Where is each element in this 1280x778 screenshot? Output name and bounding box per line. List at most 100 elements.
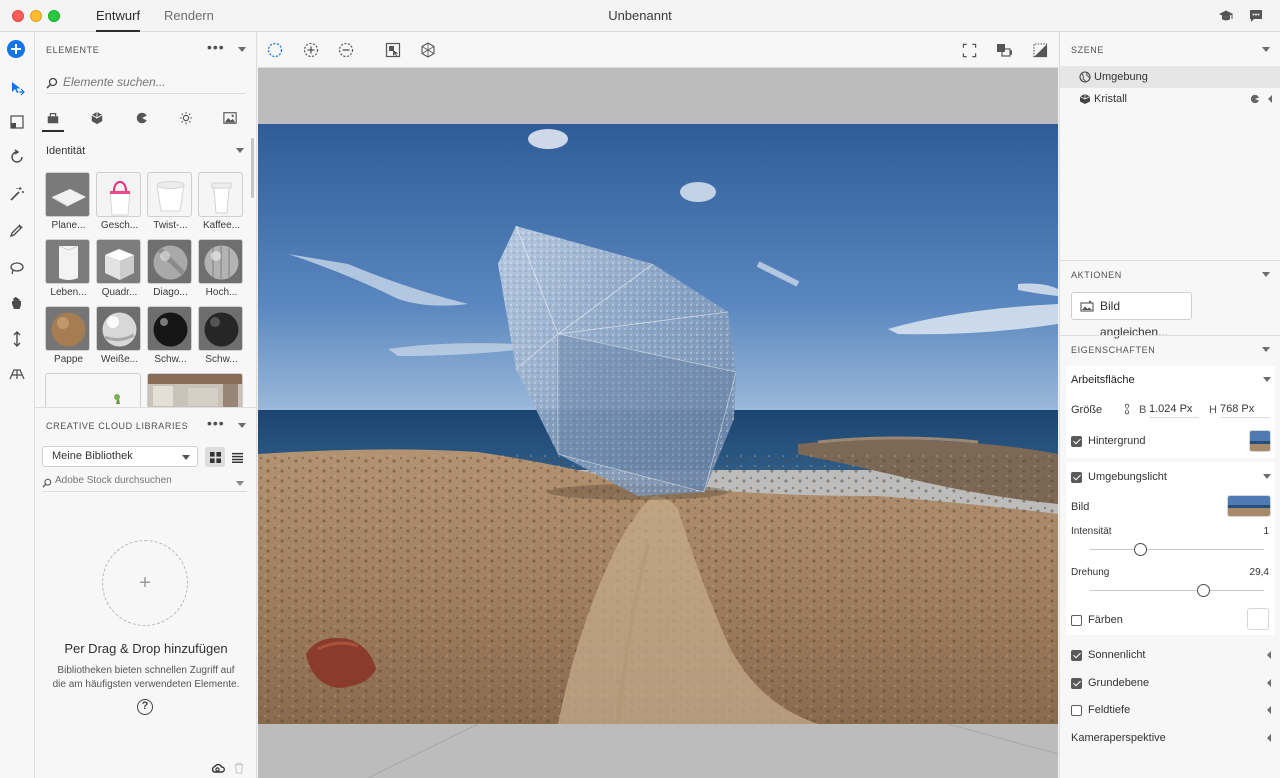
- intensity-slider[interactable]: [1090, 543, 1264, 556]
- actions-collapse-chevron-icon[interactable]: [1262, 272, 1270, 277]
- elements-search-input[interactable]: [63, 75, 243, 89]
- stock-chevron-down-icon[interactable]: [236, 481, 244, 486]
- element-thumbnail: [147, 172, 192, 217]
- list-view-button[interactable]: [227, 447, 247, 467]
- fit-to-screen-icon[interactable]: [960, 41, 978, 59]
- ground-plane-checkbox[interactable]: [1071, 678, 1082, 689]
- tab-entwurf[interactable]: Entwurf: [96, 0, 141, 32]
- link-proportions-icon[interactable]: [1123, 403, 1131, 415]
- minimize-window-button[interactable]: [30, 10, 42, 22]
- match-image-button[interactable]: Bild angleichen...: [1071, 292, 1192, 339]
- scene-item-crystal[interactable]: Kristall: [1060, 88, 1280, 110]
- height-input[interactable]: 768 Px: [1220, 400, 1270, 418]
- element-tile[interactable]: [45, 373, 141, 407]
- element-tile[interactable]: Twist-...: [147, 172, 194, 231]
- library-collapse-chevron-icon[interactable]: [238, 423, 246, 428]
- feedback-icon[interactable]: [1248, 8, 1264, 24]
- environment-light-checkbox[interactable]: [1071, 472, 1082, 483]
- material-icon[interactable]: [1250, 94, 1260, 104]
- scene-item-environment[interactable]: Umgebung: [1060, 66, 1280, 88]
- element-label: Leben...: [50, 287, 87, 298]
- scene-render[interactable]: [258, 124, 1058, 724]
- intensity-slider-handle[interactable]: [1133, 543, 1147, 556]
- element-tile[interactable]: Weiße...: [96, 306, 143, 365]
- images-category-icon[interactable]: [222, 110, 238, 126]
- element-tile[interactable]: Kaffee...: [198, 172, 245, 231]
- rotation-slider-handle[interactable]: [1196, 584, 1210, 597]
- element-tile[interactable]: Schw...: [147, 306, 194, 365]
- sunlight-checkbox[interactable]: [1071, 650, 1082, 661]
- element-tile[interactable]: Quadr...: [96, 239, 143, 298]
- section-collapse-icon[interactable]: [236, 148, 244, 153]
- window-title: Unbenannt: [608, 8, 672, 23]
- tint-color-swatch[interactable]: [1247, 608, 1269, 630]
- orbit-icon[interactable]: [7, 147, 27, 167]
- eyedropper-icon[interactable]: [7, 220, 27, 240]
- element-tile[interactable]: Leben...: [45, 239, 92, 298]
- more-options-icon[interactable]: •••: [207, 39, 225, 55]
- sunlight-expand-arrow-icon[interactable]: [1267, 651, 1271, 659]
- element-tile[interactable]: Plane...: [45, 172, 92, 231]
- element-tile[interactable]: Gesch...: [96, 172, 143, 231]
- element-tile[interactable]: Hoch...: [198, 239, 245, 298]
- select-objects-icon[interactable]: [384, 41, 402, 59]
- models-category-icon[interactable]: [42, 110, 64, 132]
- horizon-icon[interactable]: [7, 364, 27, 384]
- materials-category-icon[interactable]: [89, 110, 105, 126]
- trash-icon[interactable]: [233, 762, 247, 776]
- stock-search-input[interactable]: [55, 475, 225, 486]
- select-marquee-icon[interactable]: [266, 41, 284, 59]
- search-icon: [46, 77, 58, 89]
- width-input[interactable]: 1.024 Px: [1149, 400, 1199, 418]
- viewport-canvas[interactable]: [258, 68, 1058, 778]
- add-icon[interactable]: [7, 40, 25, 58]
- help-icon[interactable]: ?: [137, 699, 153, 715]
- environment-image-swatch[interactable]: [1227, 495, 1271, 517]
- camera-view-icon[interactable]: [995, 41, 1013, 59]
- camera-perspective-expand-arrow-icon[interactable]: [1267, 734, 1271, 742]
- subtract-selection-icon[interactable]: [337, 41, 355, 59]
- scene-collapse-chevron-icon[interactable]: [1262, 47, 1270, 52]
- creative-cloud-icon[interactable]: [211, 762, 225, 776]
- material-lasso-icon[interactable]: [7, 258, 27, 278]
- elements-scrollbar[interactable]: [251, 138, 254, 198]
- element-tile[interactable]: Diago...: [147, 239, 194, 298]
- learn-icon[interactable]: [1218, 8, 1234, 24]
- select-move-icon[interactable]: [7, 78, 27, 98]
- scene-panel-title: SZENE: [1071, 45, 1105, 55]
- libraries-panel: CREATIVE CLOUD LIBRARIES ••• Meine Bibli…: [35, 407, 257, 778]
- library-more-options-icon[interactable]: •••: [207, 415, 225, 431]
- depth-of-field-checkbox[interactable]: [1071, 705, 1082, 716]
- ground-plane-expand-arrow-icon[interactable]: [1267, 679, 1271, 687]
- add-selection-icon[interactable]: [302, 41, 320, 59]
- sun-category-icon[interactable]: [178, 110, 194, 126]
- background-image-swatch[interactable]: [1249, 430, 1271, 452]
- list-icon: [231, 452, 243, 463]
- element-tile[interactable]: [147, 373, 243, 407]
- rotation-slider[interactable]: [1090, 584, 1264, 597]
- environment-light-collapse-chevron-icon[interactable]: [1263, 474, 1271, 479]
- select-similar-icon[interactable]: [419, 41, 437, 59]
- element-tile[interactable]: Schw...: [198, 306, 245, 365]
- artboard-collapse-chevron-icon[interactable]: [1263, 377, 1271, 382]
- hand-icon[interactable]: [7, 293, 27, 313]
- render-preview-icon[interactable]: [1031, 41, 1049, 59]
- properties-collapse-chevron-icon[interactable]: [1262, 347, 1270, 352]
- light-category-icon[interactable]: [134, 110, 150, 126]
- dolly-icon[interactable]: [7, 329, 27, 349]
- magic-wand-icon[interactable]: [7, 184, 27, 204]
- element-tile[interactable]: Pappe: [45, 306, 92, 365]
- frame-icon[interactable]: [7, 112, 27, 132]
- depth-of-field-expand-arrow-icon[interactable]: [1267, 706, 1271, 714]
- background-checkbox[interactable]: [1071, 436, 1082, 447]
- zoom-window-button[interactable]: [48, 10, 60, 22]
- tab-rendern[interactable]: Rendern: [164, 0, 214, 32]
- collapse-chevron-icon[interactable]: [238, 47, 246, 52]
- tint-checkbox[interactable]: [1071, 615, 1082, 626]
- grid-view-button[interactable]: [205, 447, 225, 467]
- elements-panel-title: ELEMENTE: [46, 45, 100, 55]
- drop-zone[interactable]: +: [102, 540, 188, 626]
- close-window-button[interactable]: [12, 10, 24, 22]
- expand-arrow-icon[interactable]: [1268, 95, 1272, 103]
- library-select[interactable]: Meine Bibliothek: [42, 446, 198, 467]
